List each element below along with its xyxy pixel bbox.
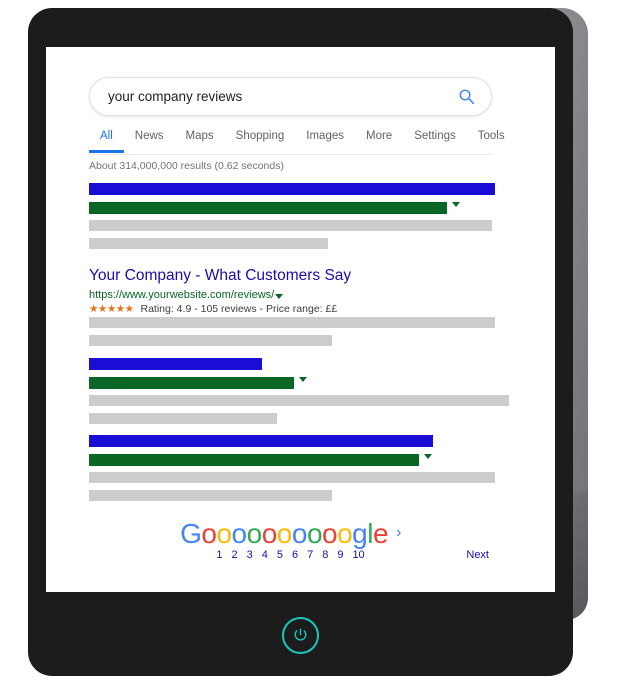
result-rating-snippet: ★★★★★ Rating: 4.9 - 105 reviews - Price … bbox=[89, 303, 337, 315]
result-url-dropdown-caret-icon[interactable] bbox=[275, 294, 283, 299]
search-tabs-right: Settings Tools bbox=[403, 127, 515, 145]
url-dropdown-caret-icon[interactable] bbox=[452, 202, 460, 207]
logo-letter: G bbox=[180, 518, 202, 549]
placeholder-snippet-line bbox=[89, 317, 495, 328]
logo-letter: o bbox=[276, 518, 293, 549]
page-link-9[interactable]: 9 bbox=[337, 549, 343, 561]
page-link-2[interactable]: 2 bbox=[231, 549, 237, 561]
browser-screen: your company reviews All News Maps Shopp… bbox=[55, 56, 546, 583]
rating-snippet-text: Rating: 4.9 - 105 reviews - Price range:… bbox=[140, 303, 338, 315]
search-icon[interactable] bbox=[451, 88, 481, 105]
rating-stars-icon: ★★★★★ bbox=[89, 303, 134, 315]
placeholder-snippet-line bbox=[89, 490, 332, 501]
tabs-divider bbox=[89, 154, 492, 155]
result-stats: About 314,000,000 results (0.62 seconds) bbox=[89, 160, 284, 172]
search-input[interactable]: your company reviews bbox=[108, 89, 451, 104]
tab-tools[interactable]: Tools bbox=[467, 127, 516, 145]
tab-shopping[interactable]: Shopping bbox=[225, 127, 296, 153]
tab-news[interactable]: News bbox=[124, 127, 175, 153]
placeholder-snippet-line bbox=[89, 395, 509, 406]
placeholder-snippet-line bbox=[89, 335, 332, 346]
logo-letter: o bbox=[261, 518, 278, 549]
page-link-1[interactable]: 1 bbox=[216, 549, 222, 561]
logo-letter: o bbox=[306, 518, 323, 549]
page-link-5[interactable]: 5 bbox=[277, 549, 283, 561]
pagination-numbers: 1 2 3 4 5 6 7 8 9 10 Next bbox=[89, 549, 492, 561]
placeholder-snippet-line bbox=[89, 472, 495, 483]
placeholder-title-bar bbox=[89, 435, 433, 447]
placeholder-result-3 bbox=[89, 435, 509, 507]
url-dropdown-caret-icon[interactable] bbox=[424, 454, 432, 459]
logo-letter: o bbox=[246, 518, 263, 549]
placeholder-snippet-line bbox=[89, 220, 492, 231]
placeholder-result-2 bbox=[89, 358, 519, 430]
page-link-4[interactable]: 4 bbox=[262, 549, 268, 561]
result-url: https://www.yourwebsite.com/reviews/ bbox=[89, 289, 274, 301]
placeholder-url-bar bbox=[89, 377, 294, 389]
page-link-6[interactable]: 6 bbox=[292, 549, 298, 561]
next-page-arrow-icon[interactable]: › bbox=[396, 524, 401, 541]
placeholder-url-bar bbox=[89, 202, 447, 214]
page-link-10[interactable]: 10 bbox=[352, 549, 364, 561]
placeholder-title-bar bbox=[89, 358, 262, 370]
logo-letter: g bbox=[352, 518, 368, 549]
tab-more[interactable]: More bbox=[355, 127, 403, 153]
tab-settings[interactable]: Settings bbox=[403, 127, 467, 145]
logo-letter: o bbox=[201, 518, 217, 549]
page-link-3[interactable]: 3 bbox=[247, 549, 253, 561]
logo-letter: e bbox=[372, 518, 389, 549]
url-dropdown-caret-icon[interactable] bbox=[299, 377, 307, 382]
result-title-link[interactable]: Your Company - What Customers Say bbox=[89, 267, 351, 285]
search-tabs: All News Maps Shopping Images More Setti… bbox=[89, 127, 505, 154]
logo-letter: o bbox=[231, 518, 248, 549]
power-icon bbox=[294, 628, 307, 641]
logo-letter: o bbox=[337, 518, 353, 549]
placeholder-snippet-line bbox=[89, 413, 277, 424]
placeholder-title-bar bbox=[89, 183, 495, 195]
tab-all[interactable]: All bbox=[89, 127, 124, 153]
search-tabs-left: All News Maps Shopping Images More bbox=[89, 127, 403, 153]
tab-maps[interactable]: Maps bbox=[175, 127, 225, 153]
page-link-7[interactable]: 7 bbox=[307, 549, 313, 561]
page-link-8[interactable]: 8 bbox=[322, 549, 328, 561]
logo-letter: o bbox=[216, 518, 232, 549]
home-power-button[interactable] bbox=[282, 617, 319, 654]
pagination-logo: Goooooooooogle › bbox=[89, 518, 492, 549]
screenshot-stage: your company reviews All News Maps Shopp… bbox=[0, 0, 640, 691]
placeholder-url-bar bbox=[89, 454, 419, 466]
next-page-link[interactable]: Next bbox=[466, 549, 489, 561]
search-box[interactable]: your company reviews bbox=[89, 77, 492, 116]
placeholder-snippet-line bbox=[89, 238, 328, 249]
logo-letter: o bbox=[291, 518, 308, 549]
result-url-text: https://www.yourwebsite.com/reviews/ bbox=[89, 289, 275, 301]
tab-images[interactable]: Images bbox=[295, 127, 355, 153]
logo-letter: o bbox=[322, 518, 338, 549]
placeholder-result-1 bbox=[89, 183, 509, 255]
